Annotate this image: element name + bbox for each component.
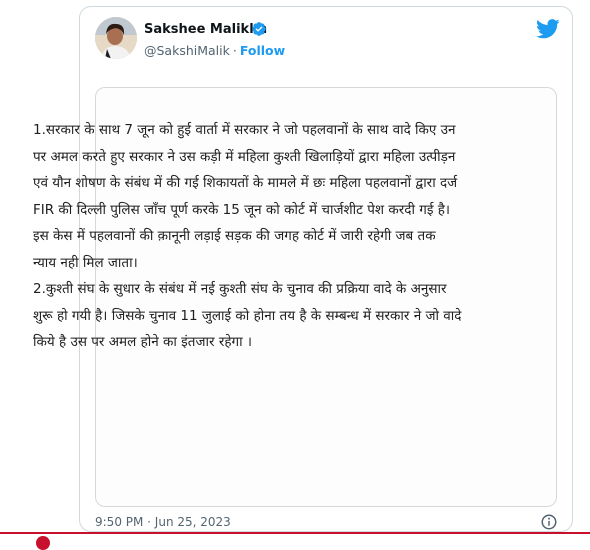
- separator-dot: ·: [232, 43, 237, 58]
- display-name[interactable]: Sakshee Malikkh: [144, 22, 267, 37]
- paragraph-1: 1.सरकार के साथ 7 जून को हुई वार्ता में स…: [33, 122, 458, 271]
- follow-button[interactable]: Follow: [240, 43, 285, 58]
- twitter-bird-icon[interactable]: [536, 19, 560, 39]
- avatar[interactable]: [95, 17, 137, 59]
- avatar-image: [95, 17, 137, 59]
- timestamp[interactable]: 9:50 PM · Jun 25, 2023: [95, 515, 231, 529]
- handle[interactable]: @SakshiMalik: [144, 43, 230, 58]
- handle-row: @SakshiMalik · Follow: [144, 43, 285, 58]
- verified-badge-icon: [252, 22, 266, 36]
- notification-badge: [36, 536, 50, 550]
- info-icon[interactable]: [540, 513, 558, 531]
- page-divider: [0, 532, 590, 534]
- image-text-block: 1.सरकार के साथ 7 जून को हुई वार्ता में स…: [33, 117, 463, 356]
- paragraph-2: 2.कुश्ती संघ के सुधार के संबंध में नई कु…: [33, 281, 462, 350]
